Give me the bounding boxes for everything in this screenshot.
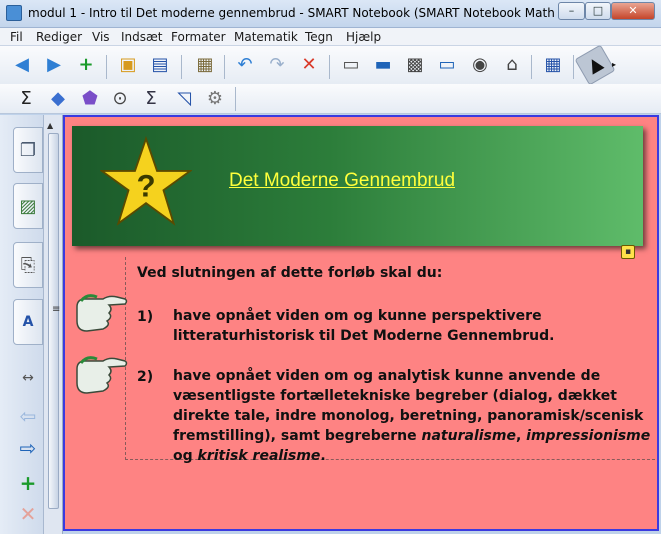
- math-toolbar: Σ ◆ ⬟ ⊙ Σ ◹ ⚙: [0, 84, 661, 114]
- smart-notebook-window: modul 1 - Intro til Det moderne gennembr…: [0, 0, 661, 534]
- math-tools-icon[interactable]: ⚙: [203, 87, 227, 111]
- toolbar-separator: [573, 55, 574, 79]
- toolbar-overflow-icon[interactable]: ▸: [609, 53, 619, 77]
- pointing-hand-icon: [76, 356, 128, 394]
- slide-title[interactable]: Det Moderne Gennembrud: [229, 170, 455, 192]
- compass-icon[interactable]: ⊙: [108, 87, 132, 111]
- toolbar-separator: [224, 55, 225, 79]
- paste-icon[interactable]: ▦: [193, 53, 217, 77]
- objective-2-text[interactable]: have opnået viden om og analytisk kunne …: [173, 366, 651, 466]
- toolbar-separator: [235, 87, 236, 111]
- swap-sides-icon[interactable]: ↔: [14, 365, 42, 391]
- minimize-button[interactable]: –: [558, 2, 585, 20]
- menu-rediger[interactable]: Rediger: [36, 30, 82, 44]
- maximize-button[interactable]: □: [585, 2, 611, 20]
- page-sorter-icon: ❐: [19, 139, 37, 161]
- previous-page-icon[interactable]: ⇦: [14, 403, 42, 429]
- title-bar: modul 1 - Intro til Det moderne gennembr…: [0, 0, 661, 28]
- pointing-hand-icon: [76, 294, 128, 332]
- page-sorter-tab[interactable]: ❐: [13, 127, 43, 173]
- dual-page-icon[interactable]: ▩: [403, 53, 427, 77]
- paperclip-icon: ⎘: [20, 254, 36, 276]
- term-naturalisme: naturalisme: [421, 428, 516, 444]
- undo-icon[interactable]: ↶: [233, 53, 257, 77]
- delete-icon[interactable]: ✕: [297, 53, 321, 77]
- next-page-icon[interactable]: ⇨: [14, 435, 42, 461]
- add-page-icon[interactable]: +: [74, 53, 98, 77]
- close-button[interactable]: ✕: [611, 2, 655, 20]
- menu-indsaet[interactable]: Indsæt: [121, 30, 163, 44]
- objective-1-text[interactable]: have opnået viden om og kunne perspektiv…: [173, 306, 651, 346]
- equation-icon[interactable]: Σ: [139, 87, 163, 111]
- attachments-tab[interactable]: ⎘: [13, 242, 43, 288]
- full-screen-icon[interactable]: ▭: [435, 53, 459, 77]
- document-camera-icon[interactable]: ⌂: [500, 53, 524, 77]
- menu-matematik[interactable]: Matematik: [234, 30, 298, 44]
- menu-hjaelp[interactable]: Hjælp: [346, 30, 381, 44]
- menu-bar: Fil Rediger Vis Indsæt Formater Matemati…: [0, 28, 661, 46]
- properties-icon: A: [22, 314, 34, 330]
- toolbar-separator: [106, 55, 107, 79]
- main-toolbar: ◀ ▶ + ▣ ▤ ▦ ↶ ↷ ✕ ▭ ▬ ▩ ▭ ◉ ⌂ ▦ ▲ ▸: [0, 44, 661, 86]
- objective-2-number: 2): [137, 369, 154, 385]
- separator: ,: [515, 428, 527, 444]
- side-tab-panel: ❐ ▨ ⎘ A ↔ ⇦ ⇨ + ✕: [0, 115, 44, 534]
- 3d-shape-icon[interactable]: ◆: [46, 87, 70, 111]
- objective-1-number: 1): [137, 309, 154, 325]
- title-banner[interactable]: ? Det Moderne Gennembrud: [72, 126, 643, 246]
- show-screen-icon[interactable]: ▬: [371, 53, 395, 77]
- menu-formater[interactable]: Formater: [171, 30, 226, 44]
- panel-resize-grip-icon[interactable]: ≡: [52, 304, 60, 315]
- properties-tab[interactable]: A: [13, 299, 43, 345]
- separator: og: [173, 448, 198, 464]
- term-kritisk-realisme: kritisk realisme: [197, 448, 321, 464]
- table-icon[interactable]: ▦: [541, 53, 565, 77]
- forward-arrow-icon[interactable]: ▶: [42, 53, 66, 77]
- sigma-icon[interactable]: Σ: [14, 87, 38, 111]
- period: .: [320, 448, 326, 464]
- redo-icon[interactable]: ↷: [265, 53, 289, 77]
- term-impressionisme: impressionisme: [526, 428, 651, 444]
- intro-text[interactable]: Ved slutningen af dette forløb skal du:: [137, 265, 442, 281]
- screen-capture-icon[interactable]: ◉: [468, 53, 492, 77]
- save-icon[interactable]: ▤: [148, 53, 172, 77]
- app-icon: [6, 5, 22, 21]
- scroll-thumb[interactable]: [48, 133, 59, 509]
- screen-shade-icon[interactable]: ▭: [339, 53, 363, 77]
- toolbar-separator: [531, 55, 532, 79]
- menu-fil[interactable]: Fil: [10, 30, 23, 44]
- delete-page-icon[interactable]: ✕: [14, 501, 42, 527]
- menu-vis[interactable]: Vis: [92, 30, 110, 44]
- open-folder-icon[interactable]: ▣: [116, 53, 140, 77]
- scroll-up-arrow-icon[interactable]: ▲: [47, 121, 53, 130]
- toolbar-separator: [329, 55, 330, 79]
- window-title: modul 1 - Intro til Det moderne gennembr…: [28, 6, 556, 20]
- menu-tegn[interactable]: Tegn: [305, 30, 333, 44]
- back-arrow-icon[interactable]: ◀: [10, 53, 34, 77]
- star-question-mark: ?: [136, 169, 155, 204]
- page-scrollbar[interactable]: ▲: [44, 115, 63, 534]
- graph-icon[interactable]: ◹: [172, 87, 196, 111]
- polygon-icon[interactable]: ⬟: [78, 87, 102, 111]
- question-star-icon: ?: [100, 136, 192, 226]
- gallery-icon: ▨: [19, 195, 37, 217]
- add-page-icon[interactable]: +: [14, 470, 42, 496]
- gallery-tab[interactable]: ▨: [13, 183, 43, 229]
- toolbar-separator: [181, 55, 182, 79]
- slide-canvas[interactable]: ? Det Moderne Gennembrud ▪ Ved slutninge…: [63, 115, 659, 531]
